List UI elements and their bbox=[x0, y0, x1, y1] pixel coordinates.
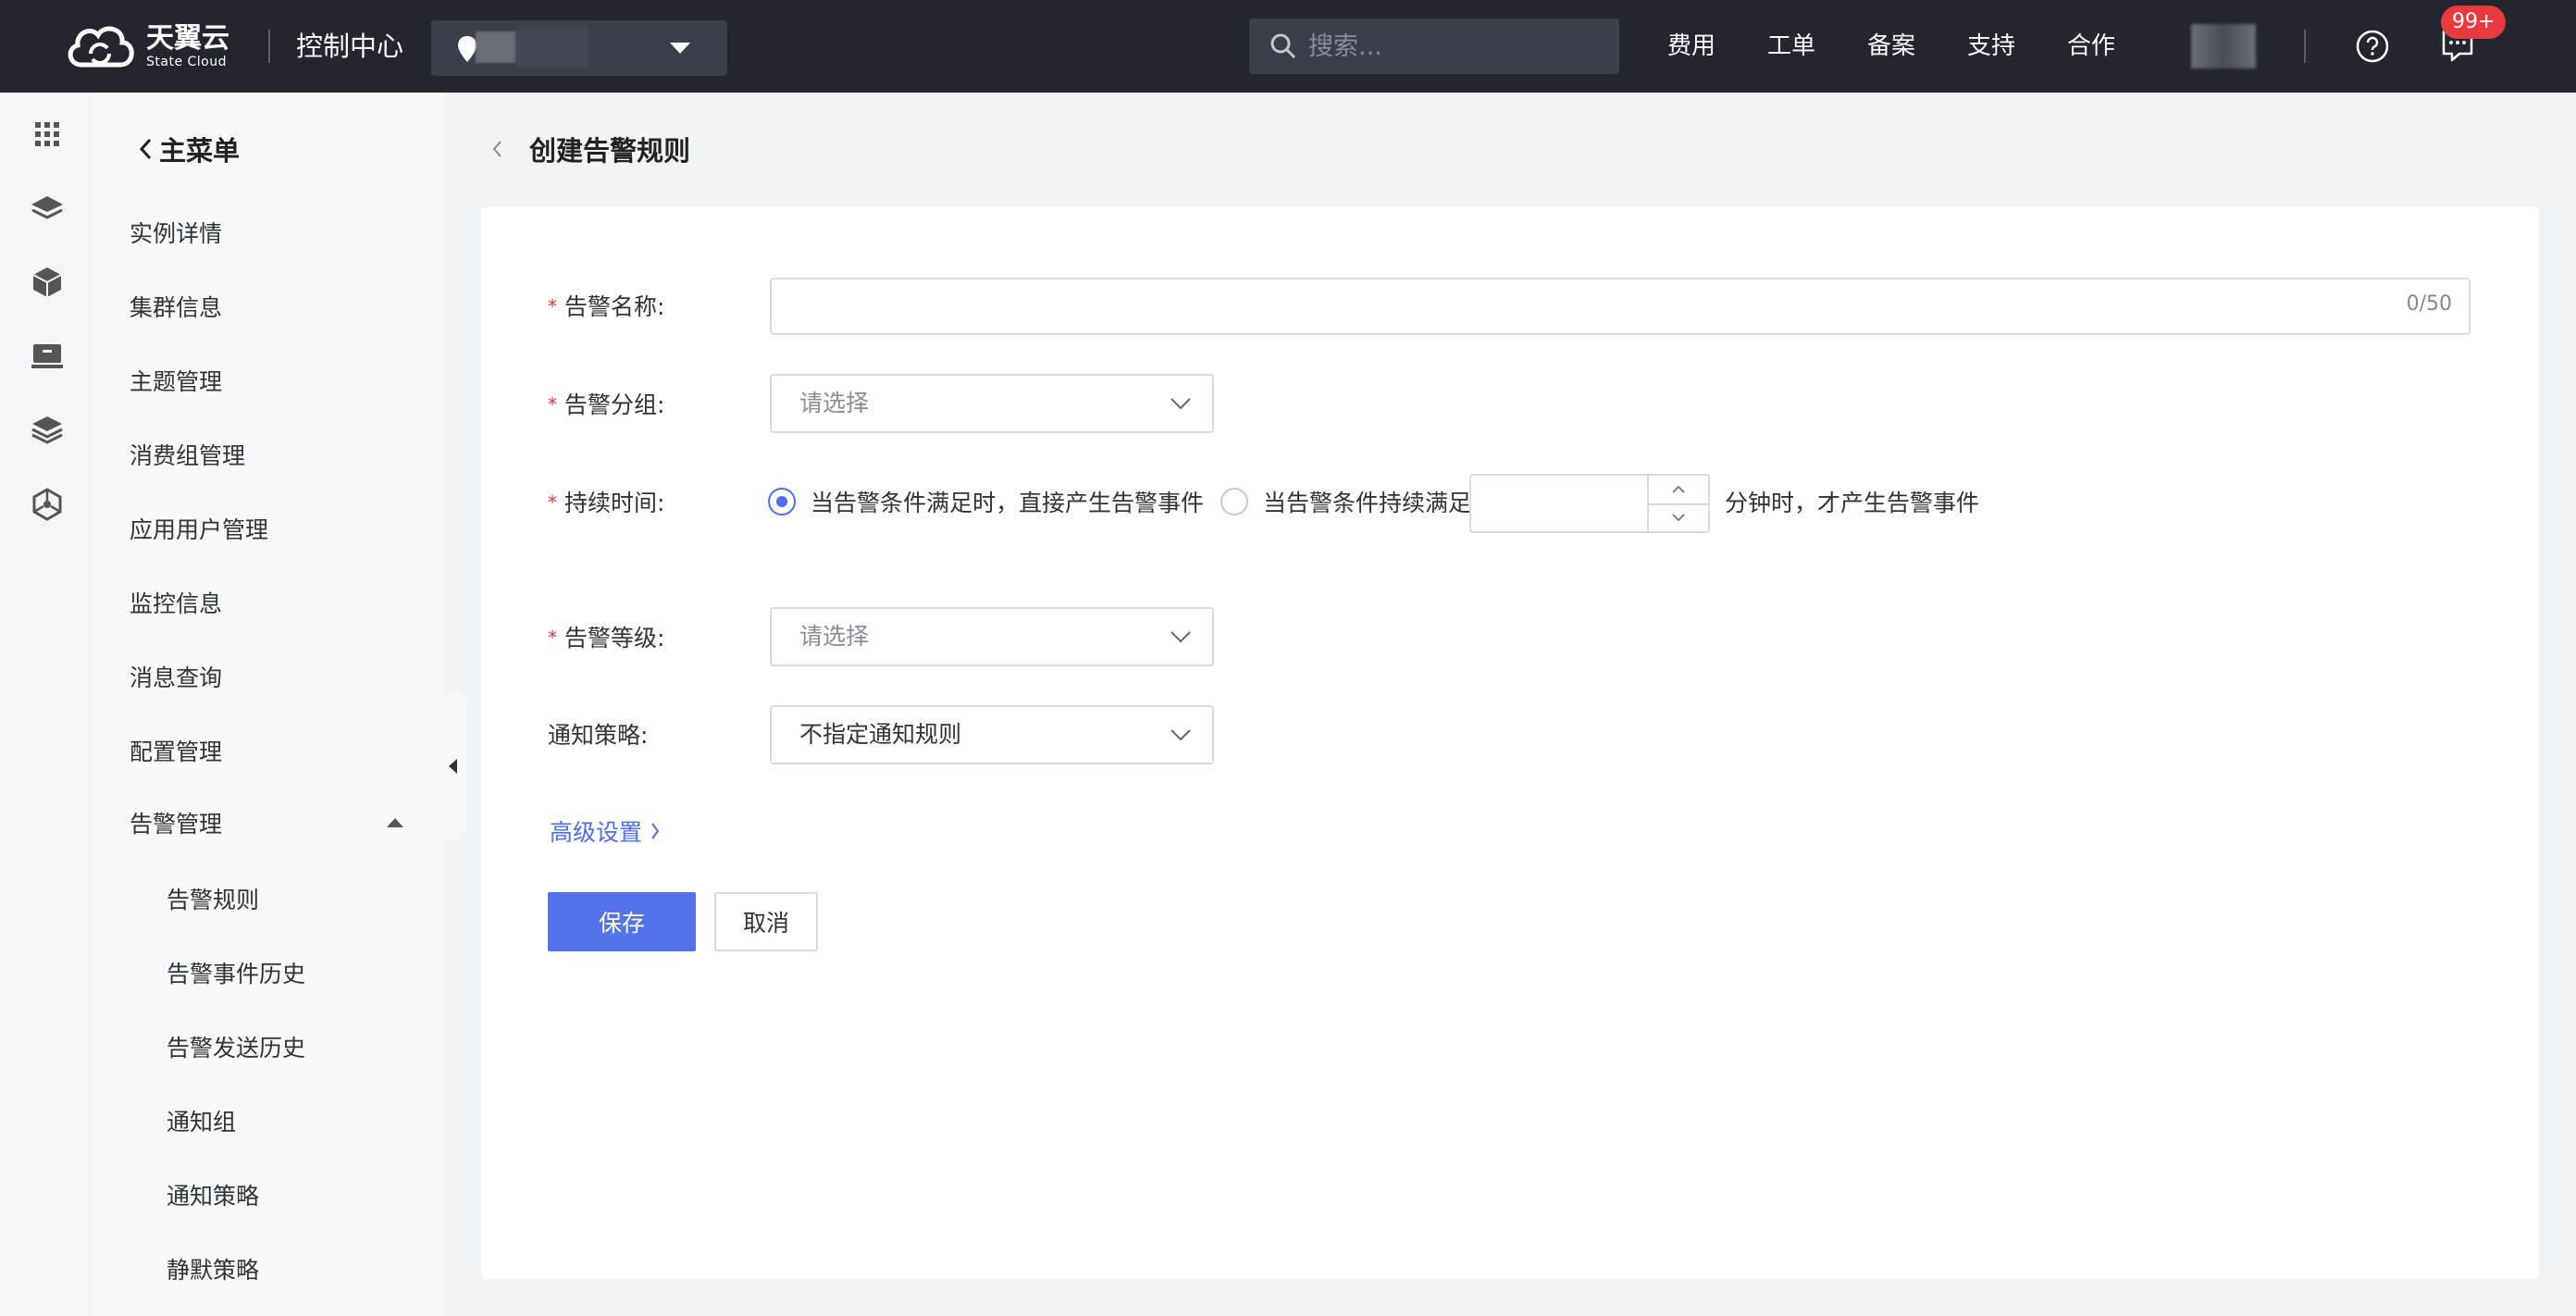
sidebar-item-monitoring[interactable]: 监控信息 bbox=[130, 589, 222, 620]
nav-fees[interactable]: 费用 bbox=[1667, 28, 1715, 65]
caret-left-icon bbox=[449, 759, 457, 774]
required-mark: * bbox=[548, 295, 557, 317]
alarm-name-input[interactable] bbox=[790, 279, 2367, 333]
chevron-up-icon bbox=[387, 818, 403, 827]
region-name-redacted bbox=[476, 31, 516, 63]
cancel-button[interactable]: 取消 bbox=[714, 892, 818, 951]
cube-icon[interactable] bbox=[30, 265, 65, 300]
monitor-icon[interactable] bbox=[30, 339, 65, 374]
icon-rail bbox=[0, 93, 93, 1316]
stack-icon[interactable] bbox=[30, 413, 65, 448]
location-pin-icon bbox=[458, 36, 477, 62]
chevron-left-icon bbox=[139, 138, 152, 160]
apps-grid-icon[interactable] bbox=[30, 117, 65, 152]
sidebar-item-notify-policies[interactable]: 通知策略 bbox=[167, 1181, 259, 1212]
chevron-down-icon bbox=[1672, 514, 1685, 522]
chevron-down-icon bbox=[1170, 729, 1191, 741]
char-counter: 0/50 bbox=[2406, 292, 2452, 316]
minutes-stepper[interactable] bbox=[1469, 474, 1710, 533]
global-search[interactable] bbox=[1249, 19, 1619, 74]
top-bar: 天翼云 State Cloud 控制中心 费用 工单 备案 支持 合作 99+ bbox=[0, 0, 2576, 93]
nav-filing[interactable]: 备案 bbox=[1867, 28, 1915, 65]
sidebar-item-notify-groups[interactable]: 通知组 bbox=[167, 1107, 236, 1138]
sidebar bbox=[93, 93, 444, 1316]
advanced-settings-label: 高级设置 bbox=[550, 819, 643, 846]
chevron-down-icon bbox=[1170, 631, 1191, 643]
cloud-logo-icon bbox=[68, 26, 134, 68]
brand-name: 天翼云 bbox=[146, 22, 229, 55]
page-header: 创建告警规则 bbox=[490, 130, 690, 168]
save-button[interactable]: 保存 bbox=[548, 892, 696, 951]
chevron-down-icon bbox=[670, 43, 690, 54]
radio-sustained-label[interactable]: 当告警条件持续满足 bbox=[1263, 485, 1471, 518]
chevron-down-icon bbox=[1170, 398, 1191, 410]
nav-partner[interactable]: 合作 bbox=[2067, 28, 2115, 65]
help-icon[interactable] bbox=[2356, 30, 2389, 63]
notification-badge: 99+ bbox=[2441, 6, 2507, 39]
sidebar-item-alarm-management[interactable]: 告警管理 bbox=[130, 809, 222, 840]
sidebar-item-alarm-send-history[interactable]: 告警发送历史 bbox=[167, 1033, 305, 1064]
sidebar-item-message-query[interactable]: 消息查询 bbox=[130, 663, 222, 694]
sidebar-item-alarm-event-history[interactable]: 告警事件历史 bbox=[167, 959, 305, 990]
nav-tickets[interactable]: 工单 bbox=[1767, 28, 1815, 65]
radio-sustained[interactable] bbox=[1220, 488, 1249, 515]
sidebar-item-silence-policies[interactable]: 静默策略 bbox=[167, 1255, 259, 1286]
notify-policy-label: 通知策略: bbox=[548, 722, 649, 749]
header-divider bbox=[268, 30, 270, 63]
sidebar-item-app-users[interactable]: 应用用户管理 bbox=[130, 515, 268, 546]
main-menu-label: 主菜单 bbox=[159, 135, 241, 167]
required-mark: * bbox=[548, 491, 557, 514]
notify-policy-select[interactable]: 不指定通知规则 bbox=[770, 705, 1214, 764]
select-value: 不指定通知规则 bbox=[799, 721, 962, 748]
brand-name-en: State Cloud bbox=[146, 55, 227, 69]
required-mark: * bbox=[548, 627, 557, 649]
nav-support[interactable]: 支持 bbox=[1967, 28, 2015, 65]
main-menu-back[interactable]: 主菜单 bbox=[139, 130, 240, 168]
alarm-name-label: * 告警名称: bbox=[548, 293, 665, 320]
sidebar-collapse-toggle[interactable] bbox=[440, 692, 466, 840]
stepper-increment[interactable] bbox=[1649, 476, 1708, 505]
search-input[interactable] bbox=[1307, 31, 1588, 62]
avatar[interactable] bbox=[2191, 24, 2256, 68]
sidebar-item-config-management[interactable]: 配置管理 bbox=[130, 737, 222, 768]
sidebar-item-instance-details[interactable]: 实例详情 bbox=[130, 218, 222, 250]
minutes-input[interactable] bbox=[1480, 485, 1632, 524]
sidebar-item-cluster-info[interactable]: 集群信息 bbox=[130, 292, 222, 324]
alarm-level-select[interactable]: 请选择 bbox=[770, 607, 1214, 666]
page-title: 创建告警规则 bbox=[529, 135, 691, 167]
stepper-buttons bbox=[1647, 476, 1708, 531]
alarm-level-label: * 告警等级: bbox=[548, 625, 665, 652]
select-placeholder: 请选择 bbox=[799, 623, 870, 650]
layers-icon[interactable] bbox=[30, 191, 65, 226]
region-selector[interactable] bbox=[431, 20, 727, 76]
alarm-name-field[interactable]: 0/50 bbox=[770, 278, 2471, 335]
alarm-group-select[interactable]: 请选择 bbox=[770, 374, 1214, 433]
chevron-right-icon bbox=[651, 823, 660, 839]
stepper-decrement[interactable] bbox=[1649, 503, 1708, 531]
region-name-redacted bbox=[516, 26, 588, 68]
alarm-group-label: * 告警分组: bbox=[548, 391, 665, 418]
network-icon[interactable] bbox=[30, 487, 65, 522]
back-arrow-icon[interactable] bbox=[490, 138, 503, 160]
sidebar-item-alarm-rules[interactable]: 告警规则 bbox=[167, 885, 259, 916]
search-icon bbox=[1270, 33, 1296, 59]
brand-logo[interactable]: 天翼云 State Cloud bbox=[63, 20, 229, 72]
radio-immediate-label[interactable]: 当告警条件满足时，直接产生告警事件 bbox=[811, 485, 1204, 518]
duration-suffix: 分钟时，才产生告警事件 bbox=[1725, 490, 1980, 516]
sidebar-item-topic-management[interactable]: 主题管理 bbox=[130, 366, 222, 398]
advanced-settings-link[interactable]: 高级设置 bbox=[550, 814, 661, 848]
header-divider bbox=[2304, 30, 2306, 63]
radio-immediate[interactable] bbox=[768, 488, 796, 515]
required-mark: * bbox=[548, 393, 557, 416]
chevron-up-icon bbox=[1672, 485, 1685, 493]
sidebar-item-consumer-groups[interactable]: 消费组管理 bbox=[130, 441, 245, 472]
select-placeholder: 请选择 bbox=[799, 390, 870, 416]
duration-label: * 持续时间: bbox=[548, 490, 665, 516]
console-title[interactable]: 控制中心 bbox=[296, 28, 403, 65]
duration-radio-group: 当告警条件满足时，直接产生告警事件 当告警条件持续满足 bbox=[768, 485, 1488, 518]
